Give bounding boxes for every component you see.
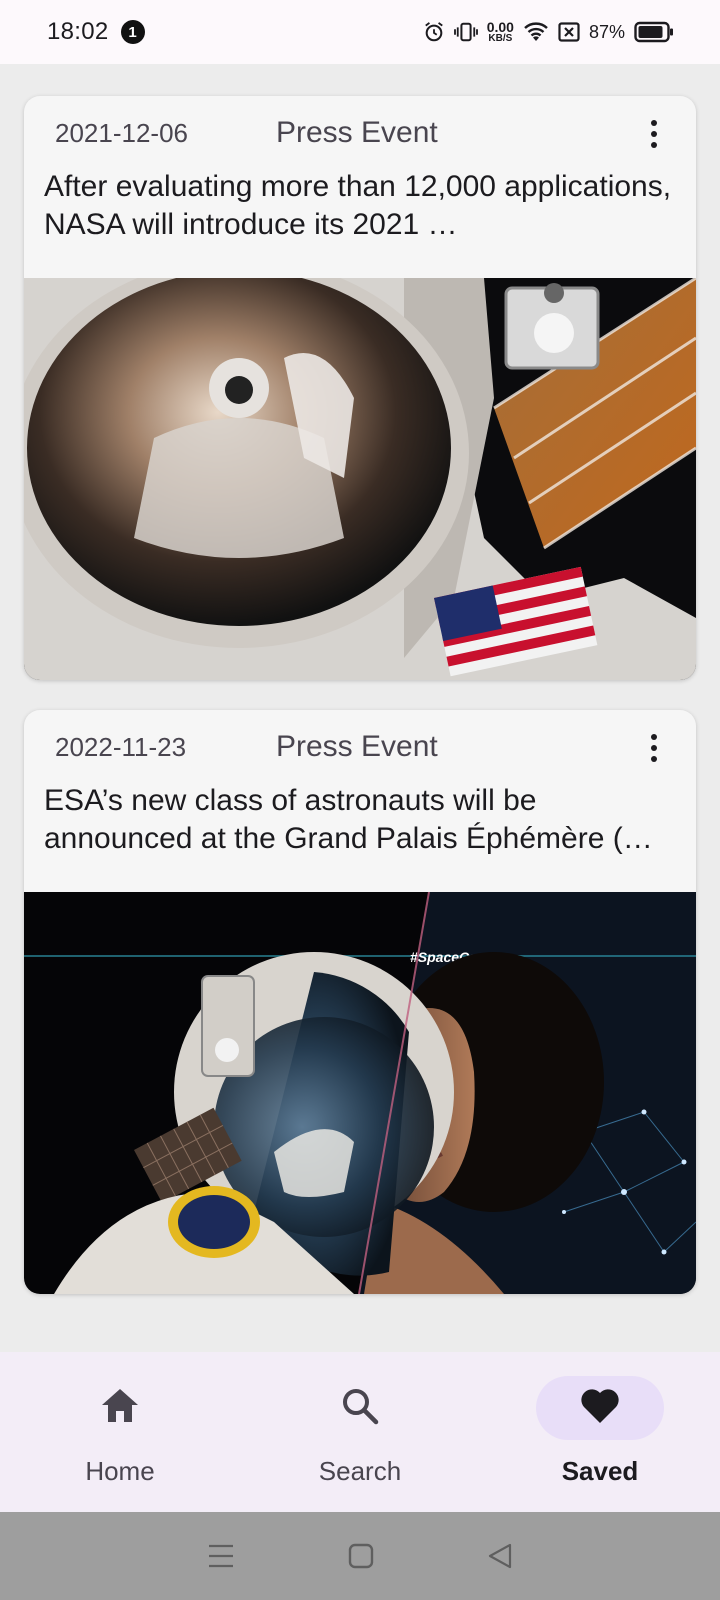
article-image[interactable] <box>24 278 696 680</box>
system-navigation-bar <box>0 1512 720 1600</box>
article-card[interactable]: 2021-12-06 Press Event After evaluating … <box>24 96 696 680</box>
article-card-header: 2022-11-23 Press Event ESA’s new class o… <box>24 710 696 892</box>
article-card[interactable]: 2022-11-23 Press Event ESA’s new class o… <box>24 710 696 1294</box>
more-options-icon[interactable] <box>634 114 674 154</box>
nav-pill-saved[interactable] <box>536 1376 664 1440</box>
search-icon <box>340 1386 380 1431</box>
home-button-icon[interactable] <box>348 1543 374 1569</box>
back-icon[interactable] <box>487 1543 513 1569</box>
network-speed: 0.00 KB/S <box>487 20 514 44</box>
status-time: 18:02 <box>47 18 109 45</box>
nav-label-saved: Saved <box>561 1456 639 1486</box>
article-title[interactable]: After evaluating more than 12,000 applic… <box>44 168 674 244</box>
battery-percent: 87% <box>588 21 625 42</box>
nav-item-search[interactable]: Search <box>240 1352 480 1512</box>
article-date: 2022-11-23 <box>55 732 187 762</box>
article-feed[interactable]: 2021-12-06 Press Event After evaluating … <box>0 64 720 1352</box>
no-sim-icon <box>558 22 580 42</box>
wifi-icon <box>523 21 549 43</box>
nav-label-search: Search <box>318 1456 402 1486</box>
home-icon <box>99 1386 141 1431</box>
article-type: Press Event <box>276 116 438 149</box>
net-speed-value: 0.00 <box>486 19 514 35</box>
article-type: Press Event <box>276 730 438 763</box>
bottom-navigation: Home Search Saved <box>0 1352 720 1512</box>
status-bar: 18:02 1 0.00 KB/S 87% <box>0 0 720 64</box>
article-date: 2021-12-06 <box>55 118 188 148</box>
article-title[interactable]: ESA’s new class of astronauts will be an… <box>44 782 674 858</box>
nav-pill-search[interactable] <box>296 1376 424 1440</box>
recent-apps-icon[interactable] <box>207 1543 235 1569</box>
net-speed-unit: KB/S <box>488 33 513 44</box>
more-options-icon[interactable] <box>634 728 674 768</box>
nav-item-saved[interactable]: Saved <box>480 1352 720 1512</box>
notification-badge: 1 <box>120 20 145 44</box>
status-right: 0.00 KB/S 87% <box>423 20 674 44</box>
article-image[interactable]: #SpaceCare <box>24 892 696 1294</box>
heart-icon <box>579 1387 621 1430</box>
vibrate-icon <box>453 21 478 43</box>
nav-pill-home[interactable] <box>56 1376 184 1440</box>
status-left: 18:02 1 <box>47 18 145 46</box>
nav-label-home: Home <box>85 1456 155 1486</box>
article-card-header: 2021-12-06 Press Event After evaluating … <box>24 96 696 278</box>
alarm-icon <box>423 21 445 43</box>
nav-item-home[interactable]: Home <box>0 1352 240 1512</box>
battery-icon <box>634 21 674 43</box>
